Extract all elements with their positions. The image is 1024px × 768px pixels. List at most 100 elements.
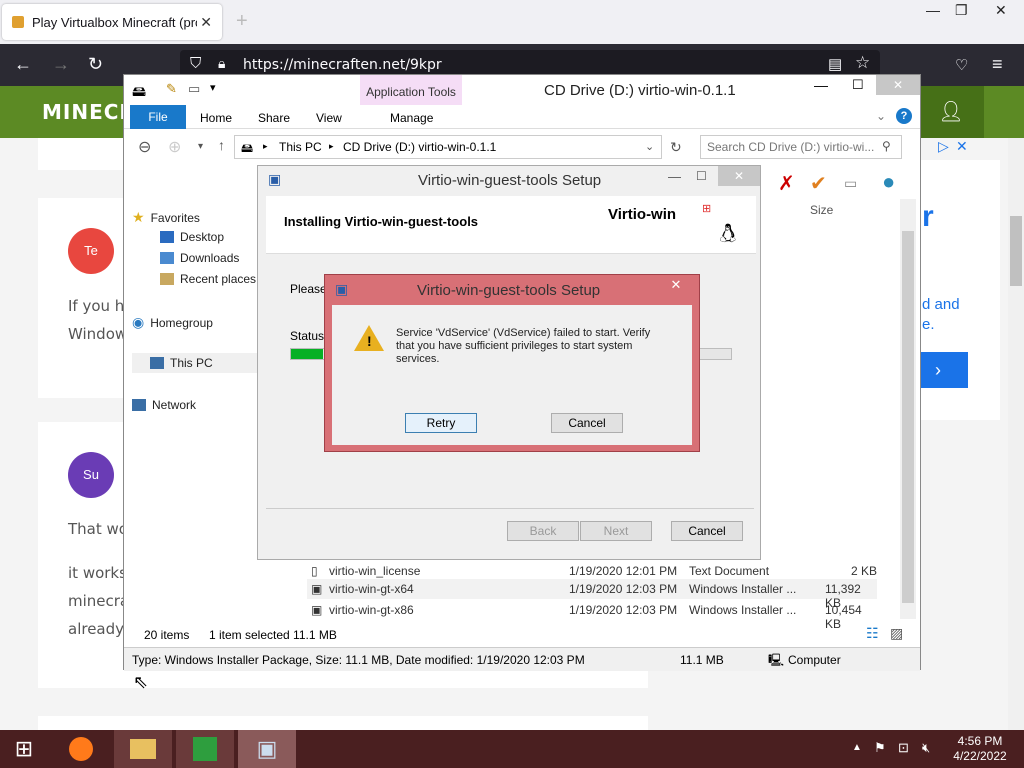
- file-list-scrollbar-thumb[interactable]: [902, 231, 914, 603]
- nav-network[interactable]: Network: [132, 398, 196, 412]
- nav-back-icon[interactable]: ⊖: [138, 137, 151, 157]
- file-row[interactable]: ▣ virtio-win-gt-x64 1/19/2020 12:03 PM W…: [307, 579, 877, 610]
- large-icons-view-icon[interactable]: ▨: [890, 625, 903, 642]
- ribbon-tab-view[interactable]: View: [316, 111, 342, 125]
- delete-icon[interactable]: ✗: [778, 171, 795, 196]
- network-tray-icon[interactable]: ⊡: [898, 740, 909, 756]
- ribbon-expand-icon[interactable]: ⌄: [876, 109, 886, 123]
- explorer-titlebar[interactable]: [124, 75, 920, 105]
- rename-icon[interactable]: ▭: [844, 175, 857, 192]
- check-icon[interactable]: ✔: [810, 171, 827, 196]
- error-dialog[interactable]: ▣ Virtio-win-guest-tools Setup ✕ ! Servi…: [324, 274, 700, 452]
- error-close-button[interactable]: ✕: [661, 277, 691, 295]
- back-button[interactable]: Back: [507, 521, 579, 541]
- ribbon-tabs: [124, 105, 920, 129]
- properties-icon[interactable]: ✎: [166, 81, 177, 97]
- taskbar-explorer[interactable]: [114, 730, 172, 768]
- nav-forward-icon[interactable]: ⊕: [168, 137, 181, 157]
- start-button[interactable]: ⊞: [0, 730, 48, 768]
- search-input[interactable]: Search CD Drive (D:) virtio-wi...: [700, 135, 902, 159]
- setup-maximize-button[interactable]: ☐: [696, 169, 707, 183]
- quick-access-dropdown-icon[interactable]: ▾: [210, 81, 216, 94]
- taskbar-clock[interactable]: 4:56 PM 4/22/2022: [950, 734, 1010, 764]
- explorer-minimize-button[interactable]: —: [814, 77, 828, 93]
- nav-recent-places[interactable]: Recent places: [160, 272, 256, 286]
- retry-button[interactable]: Retry: [405, 413, 477, 433]
- status-bar: 20 items 1 item selected 11.1 MB ☷ ▨: [124, 623, 920, 647]
- ad-close-icon[interactable]: ✕: [956, 138, 968, 155]
- taskbar-firefox[interactable]: [52, 730, 110, 768]
- globe-icon[interactable]: ●: [882, 169, 895, 195]
- site-logo[interactable]: MINECR: [42, 100, 136, 124]
- up-icon[interactable]: ↑: [218, 137, 225, 153]
- recent-places-icon: [160, 273, 174, 285]
- bookmark-star-icon[interactable]: ☆: [855, 53, 870, 73]
- ribbon-tab-manage[interactable]: Manage: [390, 111, 433, 125]
- breadcrumb-drive[interactable]: CD Drive (D:) virtio-win-0.1.1: [343, 140, 496, 154]
- nav-label: Downloads: [180, 251, 240, 265]
- ribbon-tab-home[interactable]: Home: [200, 111, 232, 125]
- nav-thispc[interactable]: This PC: [150, 356, 213, 370]
- nav-favorites[interactable]: ★ Favorites: [132, 209, 200, 226]
- clock-time: 4:56 PM: [957, 734, 1003, 748]
- ad-info-icon[interactable]: ▷: [938, 138, 949, 155]
- back-icon[interactable]: ←: [14, 54, 32, 75]
- computer-icon: [150, 357, 164, 369]
- page-scrollbar[interactable]: [1008, 138, 1024, 730]
- file-row[interactable]: ▣ virtio-win-gt-x86 1/19/2020 12:03 PM W…: [307, 600, 877, 631]
- refresh-icon[interactable]: ↻: [670, 139, 682, 156]
- shield-icon[interactable]: ⛉: [190, 55, 201, 72]
- status-size: 11.1 MB: [680, 653, 724, 667]
- breadcrumb-thispc[interactable]: This PC: [279, 140, 322, 154]
- mouse-cursor-icon: ⇖: [133, 672, 149, 692]
- column-header-size[interactable]: Size: [810, 203, 833, 217]
- address-dropdown-icon[interactable]: ⌄: [645, 140, 654, 153]
- ribbon-tab-file[interactable]: File: [130, 105, 186, 129]
- volume-muted-icon[interactable]: 🔇︎: [922, 740, 930, 756]
- menu-icon[interactable]: ≡: [992, 54, 1003, 75]
- setup-minimize-button[interactable]: —: [668, 169, 681, 184]
- setup-close-button[interactable]: ✕: [718, 166, 760, 186]
- restore-button[interactable]: ❐: [955, 2, 968, 19]
- nav-label: Network: [152, 398, 197, 412]
- address-bar[interactable]: 🖴︎ ▸ This PC ▸ CD Drive (D:) virtio-win-…: [234, 135, 662, 159]
- error-cancel-button[interactable]: Cancel: [551, 413, 623, 433]
- nav-homegroup[interactable]: ◉ Homegroup: [132, 314, 213, 331]
- explorer-maximize-button[interactable]: ☐: [852, 77, 864, 93]
- help-icon[interactable]: ?: [896, 108, 912, 124]
- new-folder-icon[interactable]: ▭: [188, 81, 200, 97]
- ad-panel[interactable]: ▷ ✕ r d and e. ›: [908, 138, 1000, 420]
- details-view-icon[interactable]: ☷: [866, 625, 879, 642]
- ad-letter: r: [922, 200, 934, 233]
- show-hidden-icons-icon[interactable]: ▲: [852, 742, 862, 753]
- cancel-button[interactable]: Cancel: [671, 521, 743, 541]
- taskbar-setup[interactable]: ▣: [238, 730, 296, 768]
- reload-icon[interactable]: ↻: [88, 54, 103, 75]
- firefox-icon: [69, 737, 93, 761]
- ribbon-tab-share[interactable]: Share: [258, 111, 290, 125]
- user-icon[interactable]: 👤︎: [918, 86, 984, 138]
- reader-view-icon[interactable]: ▤: [828, 55, 842, 73]
- page-scrollbar-thumb[interactable]: [1010, 216, 1022, 286]
- browser-tab[interactable]: Play Virtualbox Minecraft (probl ✕: [2, 4, 222, 40]
- next-button[interactable]: Next: [580, 521, 652, 541]
- lock-icon[interactable]: 🔒︎: [218, 55, 225, 72]
- flag-icon[interactable]: ⚑: [874, 740, 886, 756]
- url-text[interactable]: https://minecraften.net/9kpr: [243, 57, 442, 73]
- explorer-close-button[interactable]: ✕: [876, 75, 920, 95]
- nav-downloads[interactable]: Downloads: [160, 251, 239, 265]
- tab-close-icon[interactable]: ✕: [200, 14, 212, 31]
- comment-text: it works: [68, 564, 127, 582]
- new-tab-button[interactable]: +: [236, 10, 248, 33]
- pocket-icon[interactable]: ♡: [955, 56, 968, 74]
- taskbar-store[interactable]: [176, 730, 234, 768]
- computer-small-icon: 🖳︎: [768, 653, 785, 667]
- forward-icon[interactable]: →: [52, 54, 70, 75]
- recent-locations-icon[interactable]: ▾: [198, 141, 203, 152]
- tab-favicon-icon: [12, 16, 24, 28]
- close-window-button[interactable]: ✕: [995, 2, 1007, 19]
- minimize-button[interactable]: —: [926, 2, 940, 18]
- search-icon[interactable]: ⚲: [882, 139, 891, 153]
- file-row[interactable]: ▯ virtio-win_license 1/19/2020 12:01 PM …: [307, 561, 877, 581]
- nav-desktop[interactable]: Desktop: [160, 230, 224, 244]
